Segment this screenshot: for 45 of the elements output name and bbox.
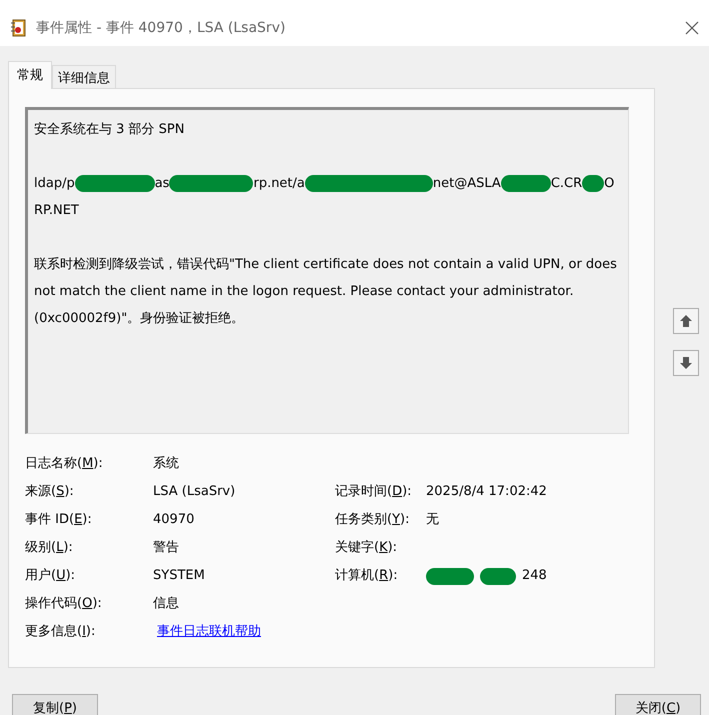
scroll-down-button[interactable] xyxy=(673,350,699,376)
field-value: 40970 xyxy=(153,511,194,530)
description-text: C.CR xyxy=(550,176,582,191)
description-text: ldap/p xyxy=(34,176,75,191)
field-label: 计算机(R): xyxy=(335,567,399,586)
tab[interactable]: 常规 xyxy=(8,61,52,89)
scroll-up-button[interactable] xyxy=(673,308,699,334)
description-text: as xyxy=(154,176,170,191)
event-log-icon xyxy=(10,19,28,37)
description-text: 安全系统在与 3 部分 SPN xyxy=(34,122,184,137)
field-value: 信息 xyxy=(153,595,179,614)
redaction-mark xyxy=(500,174,551,192)
field-value: 系统 xyxy=(153,455,179,474)
dialog-button[interactable]: 复制(P) xyxy=(12,694,98,715)
field-value: 无 xyxy=(426,511,439,530)
field-value: LSA (LsaSrv) xyxy=(153,483,236,502)
field-label: 事件 ID(E): xyxy=(25,511,93,530)
field-label: 任务类别(Y): xyxy=(335,511,410,530)
dialog-button[interactable]: 关闭(C) xyxy=(615,694,701,715)
field-label: 记录时间(D): xyxy=(335,483,413,502)
help-link[interactable]: 事件日志联机帮助 xyxy=(157,622,261,642)
window-title: 事件属性 - 事件 40970，LSA (LsaSrv) xyxy=(36,18,286,38)
description-text: RP.NET xyxy=(34,203,79,218)
redaction-mark xyxy=(582,174,604,192)
field-label: 级别(L): xyxy=(25,539,74,558)
field-value: 2025/8/4 17:02:42 xyxy=(426,483,547,502)
down-arrow-icon xyxy=(679,356,693,370)
close-icon[interactable] xyxy=(685,21,699,35)
field-label: 来源(S): xyxy=(25,483,75,502)
description-text: rp.net/a xyxy=(253,176,305,191)
description-text: 联系时检测到降级尝试，错误代码"The client certificate does not contain a valid UPN, or does not match the client name in the logon request. Please contact your administrator. (0xc00002f9)"。身份验证被拒绝。 xyxy=(34,257,617,326)
field-label: 用户(U): xyxy=(25,567,76,586)
field-label: 关键字(K): xyxy=(335,539,398,558)
field-label: 更多信息(I): xyxy=(25,623,96,642)
field-value: 248 xyxy=(522,567,547,586)
field-label: 操作代码(O): xyxy=(25,595,103,614)
field-value: SYSTEM xyxy=(153,567,205,586)
redaction-mark xyxy=(480,568,516,584)
redaction-mark xyxy=(426,568,474,584)
field-label: 日志名称(M): xyxy=(25,455,104,474)
description-text: O xyxy=(604,176,614,191)
tab[interactable]: 详细信息 xyxy=(52,65,116,89)
description-text: net@ASLA xyxy=(432,176,501,191)
field-value: 警告 xyxy=(153,539,179,558)
up-arrow-icon xyxy=(679,314,693,328)
